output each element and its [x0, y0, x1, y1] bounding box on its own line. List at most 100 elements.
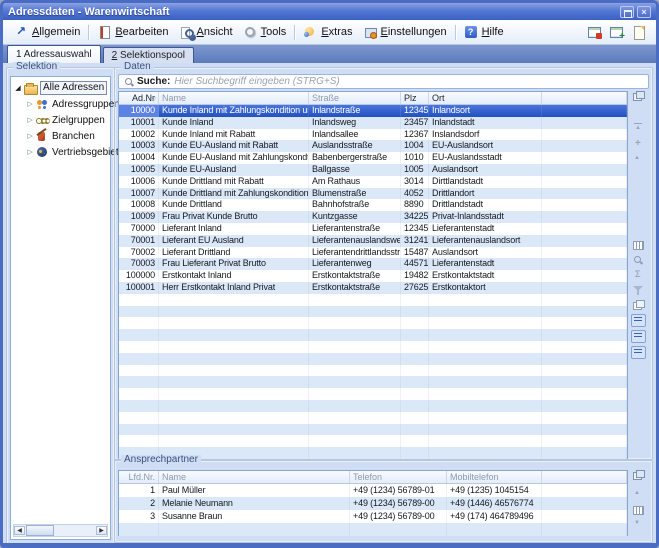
cell[interactable]: Auslandsstraße [309, 140, 401, 152]
contact-row[interactable]: 3Susanne Braun+49 (1234) 56789-00+49 (17… [119, 510, 627, 523]
cell[interactable]: 23457 [401, 117, 429, 129]
cell[interactable]: Inlandsweg [309, 117, 401, 129]
cell[interactable]: 12367 [401, 129, 429, 141]
cell[interactable]: 10007 [119, 188, 159, 200]
menu-item-allgemein[interactable]: Allgemein [9, 24, 85, 41]
scroll-thumb[interactable] [26, 525, 54, 536]
cell[interactable] [542, 152, 627, 164]
menu-item-extras[interactable]: Extras [298, 24, 357, 41]
cell[interactable] [542, 140, 627, 152]
search-bar[interactable]: Suche: Hier Suchbegriff eingeben (STRG+S… [118, 74, 649, 89]
tree-expand-icon[interactable]: ▷ [25, 100, 35, 108]
sum-icon[interactable] [631, 269, 645, 281]
scroll-down-icon[interactable] [631, 519, 645, 531]
cell[interactable]: Kunde Drittland mit Rabatt [159, 176, 309, 188]
cell[interactable]: +49 (1235) 1045154 [447, 484, 542, 497]
cell[interactable] [542, 223, 627, 235]
scroll-left-icon[interactable]: ◀ [14, 526, 25, 535]
cell[interactable]: 123456 [401, 223, 429, 235]
cell[interactable]: +49 (1446) 46576774 [447, 497, 542, 510]
scroll-right-icon[interactable]: ▶ [96, 526, 107, 535]
tree-expand-icon[interactable]: ▷ [25, 148, 35, 156]
cell[interactable]: 1 [119, 484, 159, 497]
cell[interactable]: 8890 [401, 199, 429, 211]
contact-row[interactable]: 1Paul Müller+49 (1234) 56789-01+49 (1235… [119, 484, 627, 497]
cell[interactable]: 1004 [401, 140, 429, 152]
card-view-icon[interactable] [631, 239, 645, 251]
tree-root-alle-adressen[interactable]: ◢ Alle Adressen [13, 80, 110, 96]
cell[interactable]: 12345 [401, 105, 429, 117]
scroll-up-icon[interactable] [631, 154, 645, 166]
cell[interactable]: 1010 [401, 152, 429, 164]
cell[interactable]: +49 (174) 464789496 [447, 510, 542, 523]
sort-indicator-icon[interactable]: ▽ [151, 94, 156, 104]
menu-item-ansicht[interactable]: Ansicht [174, 24, 238, 41]
address-table[interactable]: Ad.Nr▽NameStraßePlzOrt10000Kunde Inland … [118, 91, 628, 459]
cell[interactable]: 2 [119, 497, 159, 510]
column-header-Straße[interactable]: Straße [309, 92, 401, 104]
cell[interactable]: 10004 [119, 152, 159, 164]
cell[interactable]: 10002 [119, 129, 159, 141]
cell[interactable]: 27625 [401, 282, 429, 294]
contacts-table[interactable]: Lfd.Nr.NameTelefonMobiltelefon1Paul Müll… [118, 470, 628, 536]
cell[interactable]: 4052 [401, 188, 429, 200]
cell[interactable]: Lieferant EU Ausland [159, 235, 309, 247]
address-row[interactable]: 10003Kunde EU-Ausland mit RabattAuslands… [119, 140, 627, 152]
cell[interactable]: Kuntzgasse [309, 211, 401, 223]
tree-expand-icon[interactable]: ▷ [25, 116, 35, 124]
cell[interactable]: Kunde Inland mit Zahlungskondition und L… [159, 105, 309, 117]
cell[interactable]: Lieferantenstraße [309, 223, 401, 235]
cell[interactable]: Inlandsort [429, 105, 542, 117]
titlebar[interactable]: Adressdaten - Warenwirtschaft × [3, 3, 656, 20]
close-button[interactable]: × [637, 6, 651, 18]
cell[interactable]: Kunde Drittland [159, 199, 309, 211]
cell[interactable]: Herr Erstkontakt Inland Privat [159, 282, 309, 294]
cell[interactable]: 100001 [119, 282, 159, 294]
cell[interactable]: 10005 [119, 164, 159, 176]
cell[interactable]: Frau Lieferant Privat Brutto [159, 258, 309, 270]
cell[interactable]: Erstkontakt Inland [159, 270, 309, 282]
find-icon[interactable] [631, 254, 645, 266]
column-header-blank[interactable] [542, 471, 627, 483]
new-page-icon[interactable] [631, 26, 646, 39]
cell[interactable] [542, 164, 627, 176]
cell[interactable]: Erstkontaktstraße [309, 282, 401, 294]
cell[interactable]: +49 (1234) 56789-01 [350, 484, 447, 497]
cell[interactable] [542, 247, 627, 259]
filter-icon[interactable] [631, 284, 645, 296]
cell[interactable]: Dirttlandstadt [429, 176, 542, 188]
tree-root-label[interactable]: Alle Adressen [40, 81, 107, 95]
menu-item-einstellungen[interactable]: Einstellungen [358, 24, 452, 41]
column-header-Plz[interactable]: Plz [401, 92, 429, 104]
cell[interactable]: Auslandsort [429, 247, 542, 259]
cell[interactable]: Frau Privat Kunde Brutto [159, 211, 309, 223]
cell[interactable]: 100000 [119, 270, 159, 282]
cell[interactable]: 10006 [119, 176, 159, 188]
cell[interactable]: Kunde Drittland mit Zahlungskonditionen [159, 188, 309, 200]
cell[interactable]: Susanne Braun [159, 510, 350, 523]
cell[interactable]: Erstkontaktstadt [429, 270, 542, 282]
cell[interactable]: 19482 [401, 270, 429, 282]
address-row[interactable]: 10005Kunde EU-AuslandBallgasse1005Auslan… [119, 164, 627, 176]
cell[interactable] [542, 211, 627, 223]
cell[interactable]: Privat-Inlandsstadt [429, 211, 542, 223]
cell[interactable] [542, 235, 627, 247]
cell[interactable]: Drittlandstadt [429, 199, 542, 211]
cell[interactable]: 70003 [119, 258, 159, 270]
column-header-Name[interactable]: Name [159, 471, 350, 483]
cell[interactable]: Inlandstadt [429, 117, 542, 129]
cell[interactable]: Inslandsdorf [429, 129, 542, 141]
cell[interactable] [542, 188, 627, 200]
cell[interactable]: Lieferant Drittland [159, 247, 309, 259]
cell[interactable]: Erstkontaktort [429, 282, 542, 294]
tree-expand-icon[interactable]: ◢ [13, 84, 23, 92]
cell[interactable]: 10003 [119, 140, 159, 152]
contact-row[interactable]: 2Melanie Neumann+49 (1234) 56789-00+49 (… [119, 497, 627, 510]
cell[interactable]: EU-Auslandsort [429, 140, 542, 152]
cell[interactable] [542, 176, 627, 188]
address-row[interactable]: 70003Frau Lieferant Privat Brutto Liefera… [119, 258, 627, 270]
restore-button[interactable] [620, 6, 634, 18]
cell[interactable]: Lieferantenstadt [429, 258, 542, 270]
cell[interactable]: Inlandstraße [309, 105, 401, 117]
scroll-top-icon[interactable] [634, 123, 642, 136]
